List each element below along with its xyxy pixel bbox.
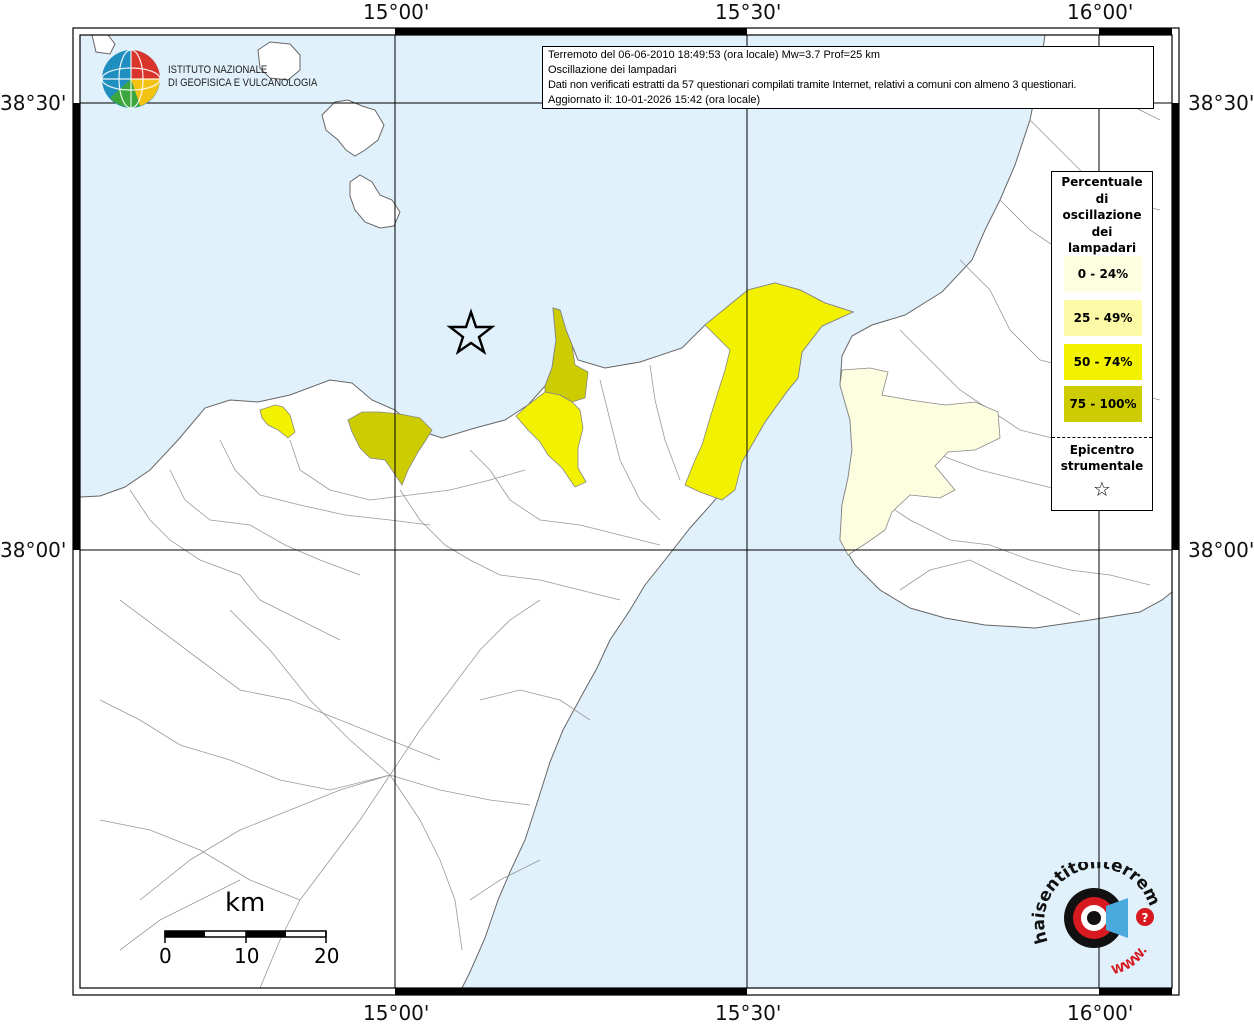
ingv-name: ISTITUTO NAZIONALE DI GEOFISICA E VULCAN… [168, 64, 317, 90]
haisentito-question: ? [1142, 911, 1149, 925]
lat-right-tick-3800: 38°00' [1188, 538, 1254, 562]
lat-left-tick-3830: 38°30' [0, 91, 67, 115]
legend-separator [1052, 437, 1152, 438]
event-info-box: Terremoto del 06-06-2010 18:49:53 (ora l… [542, 46, 1154, 109]
legend-title-line: oscillazione [1062, 208, 1142, 222]
legend-class-50-74: 50 - 74% [1064, 344, 1142, 380]
legend-epicenter-line: Epicentro [1069, 443, 1135, 457]
lon-top-tick-1530: 15°30' [715, 0, 782, 24]
legend-title-line: dei [1091, 224, 1113, 239]
legend-class-0-24: 0 - 24% [1064, 256, 1142, 292]
legend: Percentuale di oscillazione dei lampadar… [1051, 171, 1153, 511]
ingv-name-line2: DI GEOFISICA E VULCANOLOGIA [168, 77, 318, 89]
ingv-name-line1: ISTITUTO NAZIONALE [168, 64, 268, 76]
svg-text:WWW.: WWW. [1110, 944, 1150, 977]
event-info-line4: Aggiornato il: 10-01-2026 15:42 (ora loc… [548, 94, 761, 106]
legend-class-75-100: 75 - 100% [1064, 386, 1142, 422]
scale-label-10: 10 [234, 944, 260, 968]
ingv-globe-logo [101, 49, 161, 109]
lon-top-tick-1600: 16°00' [1067, 0, 1134, 24]
lon-bottom-tick-1600: 16°00' [1067, 1001, 1134, 1025]
lon-bottom-tick-1530: 15°30' [715, 1001, 782, 1025]
legend-star-icon: ☆ [1093, 477, 1111, 501]
event-info-line3: Dati non verificati estratti da 57 quest… [548, 79, 1077, 91]
legend-title-line: di [1095, 191, 1109, 206]
lat-left-tick-3800: 38°00' [0, 538, 67, 562]
lon-bottom-tick-1500: 15°00' [363, 1001, 430, 1025]
scale-label-20: 20 [314, 944, 340, 968]
event-info-line1: Terremoto del 06-06-2010 18:49:53 (ora l… [548, 49, 881, 61]
haisentito-logo: haisentitoilterremoto.it WWW. ? [1028, 862, 1164, 977]
scale-unit: km [225, 888, 266, 918]
scale-label-0: 0 [159, 944, 172, 968]
lon-top-tick-1500: 15°00' [363, 0, 430, 24]
legend-class-25-49: 25 - 49% [1064, 300, 1142, 336]
legend-epicenter-title: Epicentro strumentale [1052, 442, 1152, 474]
legend-title-line: Percentuale [1061, 175, 1143, 189]
haisentito-www: WWW. [1110, 944, 1150, 977]
legend-epicenter-line: strumentale [1060, 459, 1144, 473]
legend-title: Percentuale di oscillazione dei lampadar… [1052, 174, 1152, 257]
legend-title-line: lampadari [1067, 241, 1137, 255]
event-info-line2: Oscillazione dei lampadari [548, 64, 677, 76]
lat-right-tick-3830: 38°30' [1188, 91, 1254, 115]
